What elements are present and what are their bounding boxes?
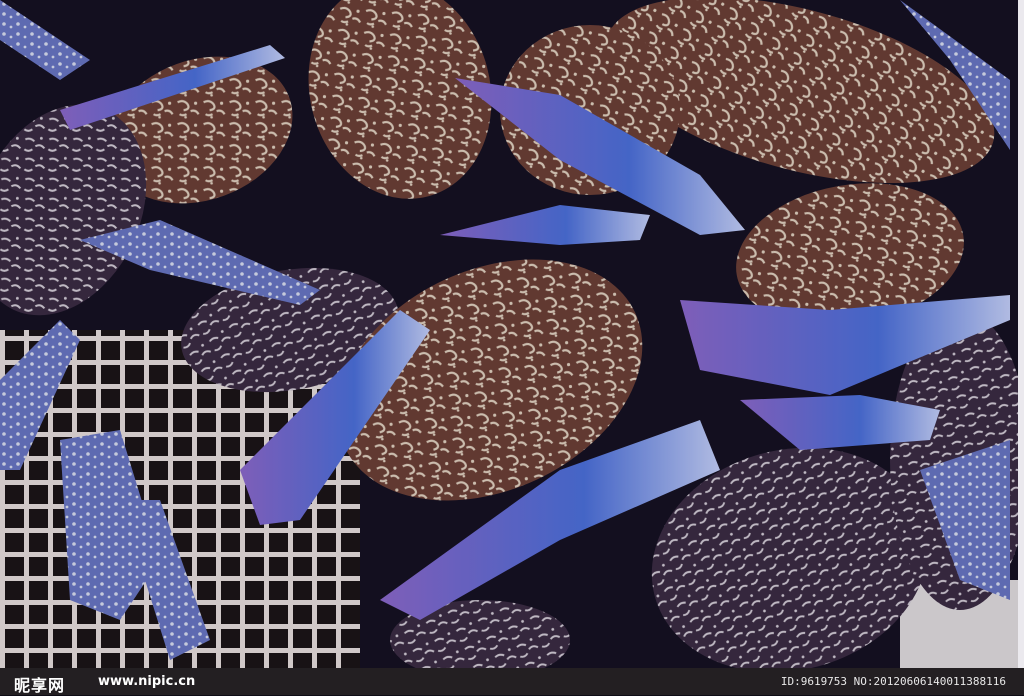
crab-photo xyxy=(0,0,1018,668)
image-border xyxy=(1018,0,1024,668)
watermark-footer: 昵享网 www.nipic.cn ID:9619753 NO:201206061… xyxy=(0,668,1024,695)
watermark-logo: 昵享网 xyxy=(14,676,66,695)
watermark-url: www.nipic.cn xyxy=(98,674,196,689)
image-id-text: ID:9619753 NO:20120606140011388116 xyxy=(780,675,1006,688)
